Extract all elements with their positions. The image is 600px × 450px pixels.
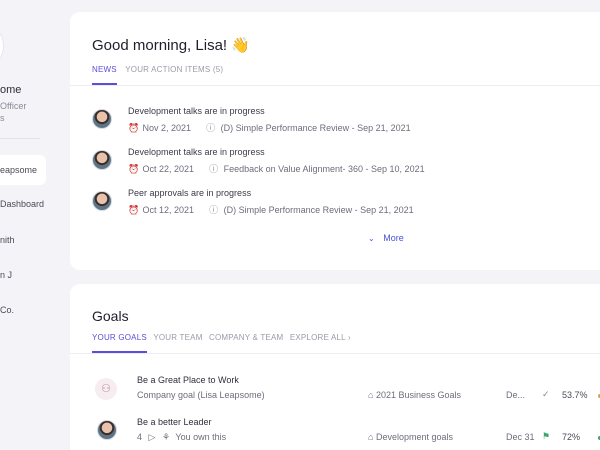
sidebar: ome Officer s eapsome Dashboard nith n J… xyxy=(0,0,56,450)
info-icon: ⓘ xyxy=(209,205,219,215)
tab-company-team[interactable]: COMPANY & TEAM xyxy=(209,333,283,351)
news-title: Development talks are in progress xyxy=(128,147,265,157)
tab-explore-all-label: EXPLORE ALL xyxy=(289,333,346,342)
goal-title: Be a Great Place to Work xyxy=(137,375,239,385)
news-meta: ⏰ Oct 12, 2021 ⓘ (D) Simple Performance … xyxy=(128,203,414,216)
info-icon: ⓘ xyxy=(209,164,219,174)
company-logo[interactable] xyxy=(0,26,4,66)
goal-tag-label: Development goals xyxy=(375,432,453,442)
company-goal-icon: ⚇ xyxy=(95,378,117,400)
sidebar-item-company[interactable]: Co. xyxy=(0,295,48,325)
sidebar-item-smith[interactable]: nith xyxy=(0,225,48,255)
sidebar-divider xyxy=(0,138,40,139)
news-tabs: NEWS YOUR ACTION ITEMS (5) xyxy=(92,65,229,85)
goals-tabs: YOUR GOALS YOUR TEAM COMPANY & TEAM EXPL… xyxy=(92,333,357,353)
check-icon: ✓ xyxy=(542,389,550,399)
goal-progress: 72% xyxy=(562,432,581,442)
tabs-divider xyxy=(70,353,600,354)
sprout-icon: ⚘ xyxy=(161,432,171,442)
goal-subtitle-row: 4 ▷ ⚘ You own this xyxy=(137,432,226,443)
tab-action-items[interactable]: YOUR ACTION ITEMS (5) xyxy=(125,65,223,83)
avatar xyxy=(97,420,117,440)
more-label: More xyxy=(383,233,404,243)
subgoal-count: 4 xyxy=(137,432,143,442)
sidebar-item-person-j[interactable]: n J xyxy=(0,260,48,290)
avatar xyxy=(92,150,112,170)
goal-row[interactable]: ⚇ Be a Great Place to Work Company goal … xyxy=(92,375,600,409)
goal-tag: ⌂ 2021 Business Goals xyxy=(368,390,461,400)
tab-your-team[interactable]: YOUR TEAM xyxy=(153,333,202,351)
news-date: Oct 12, 2021 xyxy=(142,205,195,215)
tab-explore-all[interactable]: EXPLORE ALL › xyxy=(290,333,351,351)
news-meta: ⏰ Nov 2, 2021 ⓘ (D) Simple Performance R… xyxy=(128,121,411,134)
user-role-line2: s xyxy=(0,113,5,123)
news-title: Peer approvals are in progress xyxy=(128,188,252,198)
news-title: Development talks are in progress xyxy=(128,106,265,116)
avatar xyxy=(92,109,112,129)
more-button[interactable]: ⌄ More xyxy=(368,233,404,243)
news-item[interactable]: Development talks are in progress ⏰ Oct … xyxy=(92,147,592,183)
news-source[interactable]: Feedback on Value Alignment- 360 - Sep 1… xyxy=(224,164,425,174)
info-icon: ⓘ xyxy=(206,123,216,133)
tabs-divider xyxy=(70,85,600,86)
goal-progress: 53.7% xyxy=(562,390,588,400)
goal-tag-label: 2021 Business Goals xyxy=(375,390,462,400)
alarm-clock-icon: ⏰ xyxy=(128,164,140,174)
waving-hand-icon: 👋 xyxy=(231,37,250,54)
tag-icon: ⌂ xyxy=(368,390,374,400)
news-item[interactable]: Development talks are in progress ⏰ Nov … xyxy=(92,106,592,142)
user-name: ome xyxy=(0,84,22,96)
goals-title: Goals xyxy=(92,308,129,324)
goal-row[interactable]: Be a better Leader 4 ▷ ⚘ You own this ⌂ … xyxy=(92,417,600,450)
news-date: Nov 2, 2021 xyxy=(142,123,192,133)
play-icon[interactable]: ▷ xyxy=(149,432,156,442)
avatar xyxy=(92,191,112,211)
news-source[interactable]: (D) Simple Performance Review - Sep 21, … xyxy=(221,123,411,133)
news-date: Oct 22, 2021 xyxy=(142,164,195,174)
sidebar-item-dashboard[interactable]: Dashboard xyxy=(0,189,48,219)
chevron-down-icon: ⌄ xyxy=(368,234,375,243)
flag-icon: ⚑ xyxy=(542,431,551,441)
tag-icon: ⌂ xyxy=(368,432,374,442)
goal-due-date: De... xyxy=(506,390,526,400)
goal-title: Be a better Leader xyxy=(137,417,212,427)
user-role: Officer xyxy=(0,101,27,111)
news-item[interactable]: Peer approvals are in progress ⏰ Oct 12,… xyxy=(92,188,592,224)
alarm-clock-icon: ⏰ xyxy=(128,205,140,215)
greeting-text: Good morning, Lisa! xyxy=(92,37,228,54)
tab-your-goals[interactable]: YOUR GOALS xyxy=(92,333,147,353)
sidebar-item-leapsome[interactable]: eapsome xyxy=(0,155,46,185)
chevron-right-icon: › xyxy=(347,333,351,342)
goal-due-date: Dec 31 xyxy=(506,432,535,442)
goal-owner: You own this xyxy=(175,432,227,442)
alarm-clock-icon: ⏰ xyxy=(128,123,140,133)
greeting-heading: Good morning, Lisa! 👋 xyxy=(92,36,250,54)
news-card: Good morning, Lisa! 👋 NEWS YOUR ACTION I… xyxy=(70,12,600,270)
news-source[interactable]: (D) Simple Performance Review - Sep 21, … xyxy=(224,205,414,215)
goals-card: Goals YOUR GOALS YOUR TEAM COMPANY & TEA… xyxy=(70,284,600,450)
goal-tag: ⌂ Development goals xyxy=(368,432,453,442)
goal-subtitle: Company goal (Lisa Leapsome) xyxy=(137,390,265,400)
news-meta: ⏰ Oct 22, 2021 ⓘ Feedback on Value Align… xyxy=(128,162,425,175)
tab-news[interactable]: NEWS xyxy=(92,65,117,85)
